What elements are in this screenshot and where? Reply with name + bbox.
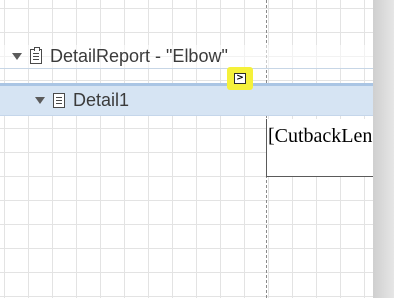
report-clipboard-icon xyxy=(30,47,42,64)
band-header-detailreport[interactable]: DetailReport - "Elbow" xyxy=(0,45,373,69)
collapse-chevron-icon[interactable] xyxy=(35,97,45,104)
band-label-detail1: Detail1 xyxy=(73,90,130,110)
smart-tag-button[interactable]: > xyxy=(227,67,253,90)
band-header-detail1[interactable]: Detail1 xyxy=(0,83,373,116)
collapse-chevron-icon[interactable] xyxy=(12,53,22,60)
field-control-cutbacklength[interactable]: [CutbackLength] xyxy=(266,119,373,177)
field-control-text: [CutbackLength] xyxy=(268,125,373,147)
band-label-detailreport: DetailReport - "Elbow" xyxy=(50,46,228,66)
smart-tag-icon: > xyxy=(234,73,246,84)
detail-band-icon xyxy=(53,93,65,108)
designer-right-margin xyxy=(373,0,394,298)
report-designer-surface[interactable]: DetailReport - "Elbow" Detail1 > [Cutbac… xyxy=(0,0,373,298)
